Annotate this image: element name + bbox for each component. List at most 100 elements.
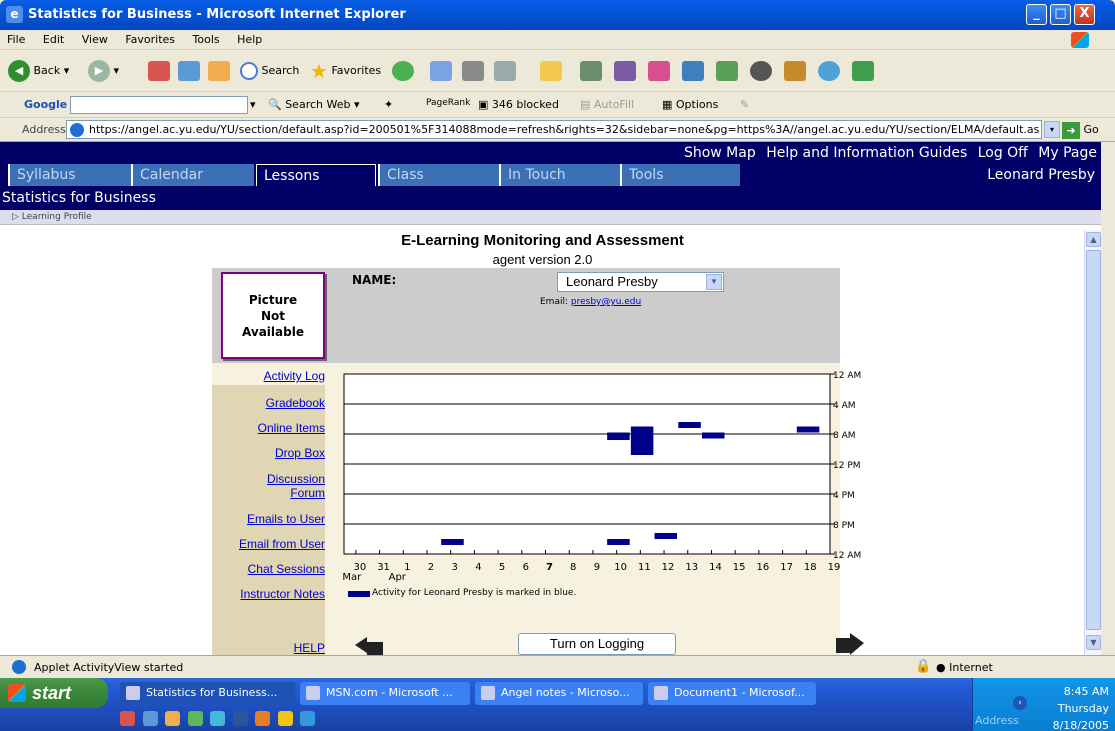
start-button[interactable]: start [0, 678, 108, 708]
ql-ie-icon[interactable] [300, 711, 315, 726]
log-off-link[interactable]: Log Off [978, 145, 1028, 161]
sidebar-item-help[interactable]: HELP [294, 641, 325, 655]
menu-view[interactable]: View [75, 30, 115, 49]
menu-tools[interactable]: Tools [186, 30, 227, 49]
window-title-bar[interactable]: e Statistics for Business - Microsoft In… [0, 0, 1115, 30]
autofill-button[interactable]: ▤ AutoFill [580, 98, 634, 111]
ql-app-icon[interactable] [210, 711, 225, 726]
menu-file[interactable]: File [0, 30, 32, 49]
scroll-thumb[interactable] [1086, 250, 1101, 630]
scroll-down-icon[interactable]: ▼ [1086, 635, 1101, 650]
task-msn[interactable]: MSN.com - Microsoft ... [300, 682, 470, 705]
news-icon[interactable]: ✦ [384, 98, 393, 111]
tab-lessons[interactable]: Lessons [256, 164, 376, 186]
sidebar-item-instructor-notes[interactable]: Instructor Notes [240, 587, 325, 601]
chart-x-tick-label: 15 [733, 562, 746, 573]
tools-icon[interactable] [682, 61, 704, 81]
back-button[interactable]: ◀ Back ▾ [8, 59, 69, 83]
chevron-down-icon[interactable]: ▼ [706, 274, 722, 290]
menu-help[interactable]: Help [230, 30, 269, 49]
ie-status-icon [12, 660, 26, 674]
activity-bar [607, 539, 630, 545]
ql-app-icon[interactable] [120, 711, 135, 726]
turn-on-logging-button[interactable]: Turn on Logging [518, 633, 676, 655]
sidebar-item-email-from-user[interactable]: Email from User [239, 537, 325, 551]
favorites-button[interactable]: ★ Favorites [310, 59, 381, 83]
menu-favorites[interactable]: Favorites [118, 30, 182, 49]
pagerank-indicator[interactable]: PageRank [426, 98, 470, 108]
mail-icon[interactable] [430, 61, 452, 81]
research-icon[interactable] [614, 61, 636, 81]
ql-app-icon[interactable] [142, 711, 158, 726]
email-link[interactable]: presby@yu.edu [571, 297, 641, 307]
ql-word-icon[interactable] [232, 711, 248, 726]
options-button[interactable]: ▦ Options [662, 98, 718, 111]
chart-x-tick-label: 18 [804, 562, 817, 573]
address-input[interactable]: https://angel.ac.yu.edu/YU/section/defau… [66, 120, 1042, 139]
refresh-icon[interactable] [178, 61, 200, 81]
search-button[interactable]: Search [240, 59, 299, 83]
globe-icon[interactable] [750, 61, 772, 81]
ql-app-icon[interactable] [277, 711, 293, 726]
address-dropdown-icon[interactable]: ▾ [1044, 121, 1060, 138]
smiley-icon[interactable] [648, 61, 670, 81]
google-dropdown-icon[interactable]: ▾ [250, 98, 256, 111]
task-document1[interactable]: Document1 - Microsof... [648, 682, 816, 705]
sidebar-item-gradebook[interactable]: Gradebook [266, 396, 325, 410]
sidebar-item-discussion-forum[interactable]: Discussion Forum [245, 472, 325, 500]
task-angel-notes[interactable]: Angel notes - Microso... [475, 682, 643, 705]
previous-arrow-icon[interactable] [355, 637, 383, 655]
chart-x-tick-label: 7 [546, 562, 553, 573]
tab-tools[interactable]: Tools [620, 164, 740, 186]
sidebar-item-emails-to-user[interactable]: Emails to User [247, 512, 325, 526]
sidebar-item-chat-sessions[interactable]: Chat Sessions [248, 562, 325, 576]
tab-in-touch[interactable]: In Touch [499, 164, 620, 186]
tray-expand-icon[interactable]: ‹ [1013, 696, 1027, 710]
google-brand[interactable]: Google [24, 98, 67, 111]
task-statistics[interactable]: Statistics for Business... [120, 682, 295, 705]
my-page-link[interactable]: My Page [1038, 145, 1097, 161]
next-arrow-icon[interactable] [836, 633, 864, 655]
chart-y-tick-label: 4 PM [833, 491, 855, 501]
chart-x-tick-label: 6 [523, 562, 529, 573]
users-icon[interactable] [784, 61, 806, 81]
learning-profile-link[interactable]: ▷ Learning Profile [0, 210, 1101, 225]
minimize-button[interactable]: _ [1026, 4, 1047, 25]
messenger-icon[interactable] [580, 61, 602, 81]
google-search-input[interactable] [70, 96, 248, 114]
clock[interactable]: 8:45 AM Thursday 8/18/2005 [1053, 683, 1109, 731]
home-icon[interactable] [208, 61, 230, 81]
elma-subtitle: agent version 2.0 [492, 252, 593, 267]
calendar-icon[interactable] [716, 61, 738, 81]
student-name-select[interactable]: Leonard Presby ▼ [557, 272, 724, 292]
scroll-up-icon[interactable]: ▲ [1086, 232, 1101, 247]
popup-blocked-counter[interactable]: ▣ 346 blocked [478, 98, 559, 111]
media-icon[interactable] [392, 61, 414, 81]
ql-app-icon[interactable] [255, 711, 270, 726]
ql-app-icon[interactable] [165, 711, 180, 726]
page-scrollbar[interactable]: ▲ ▼ [1084, 230, 1101, 655]
sidebar-item-drop-box[interactable]: Drop Box [275, 446, 325, 460]
go-button[interactable]: ➜ Go [1062, 120, 1112, 139]
stop-icon[interactable] [148, 61, 170, 81]
forward-button[interactable]: ▶ ▾ [88, 59, 119, 83]
search-web-button[interactable]: 🔍 Search Web ▾ [268, 98, 360, 111]
buddies-icon[interactable] [852, 61, 874, 81]
sidebar-item-activity-log[interactable]: Activity Log [264, 369, 325, 383]
edit-icon[interactable] [494, 61, 516, 81]
tab-class[interactable]: Class [378, 164, 499, 186]
folder-icon[interactable] [540, 61, 562, 81]
show-map-link[interactable]: Show Map [684, 145, 756, 161]
maximize-button[interactable]: □ [1050, 4, 1071, 25]
close-button[interactable]: X [1074, 4, 1095, 25]
chat-icon[interactable] [818, 61, 840, 81]
lock-icon: 🔒 [915, 659, 932, 674]
tab-syllabus[interactable]: Syllabus [8, 164, 131, 186]
ql-app-icon[interactable] [187, 711, 203, 726]
help-guides-link[interactable]: Help and Information Guides [766, 145, 967, 161]
tab-calendar[interactable]: Calendar [131, 164, 254, 186]
print-icon[interactable] [462, 61, 484, 81]
highlight-icon[interactable]: ✎ [740, 98, 749, 111]
menu-edit[interactable]: Edit [36, 30, 71, 49]
sidebar-item-online-items[interactable]: Online Items [258, 421, 325, 435]
